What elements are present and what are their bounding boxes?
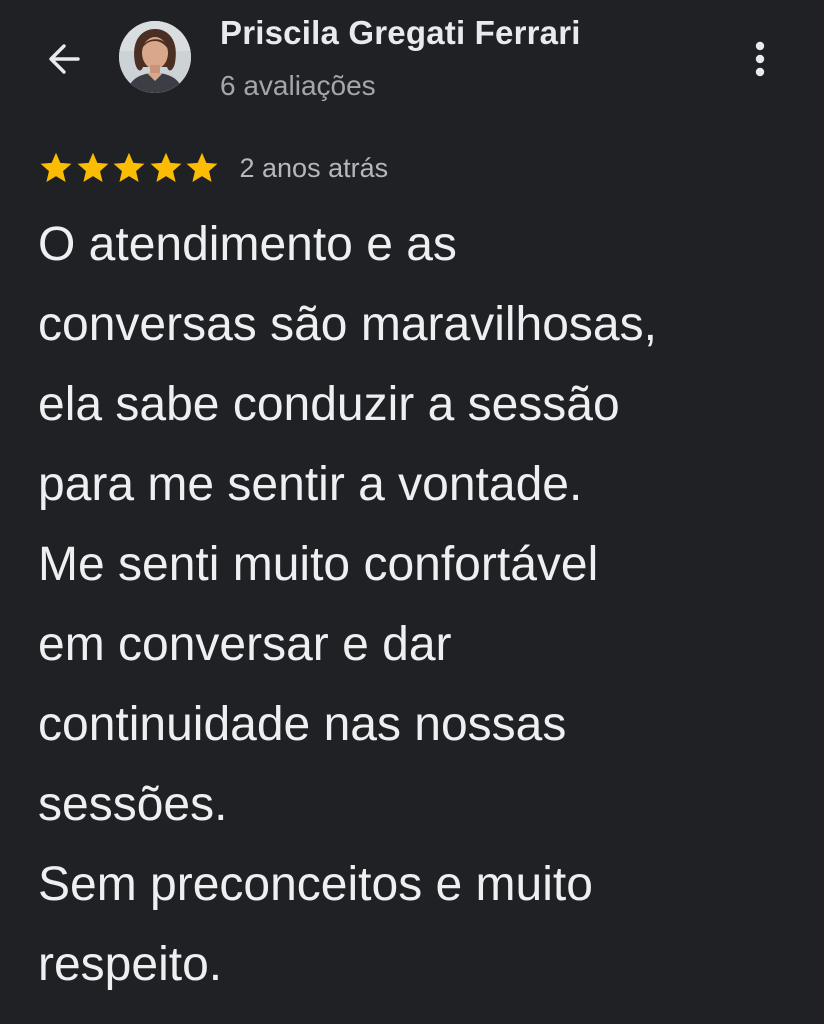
rating-row: 2 anos atrás: [38, 148, 388, 188]
star-icon: [77, 152, 108, 182]
star-icon: [113, 152, 145, 182]
review-time: 2 anos atrás: [239, 152, 389, 183]
star-icon: [40, 152, 72, 182]
star-icon: [186, 152, 218, 182]
review-text: O atendimento e as conversas são maravil…: [38, 218, 657, 991]
star-icon: [150, 152, 181, 182]
more-options-button[interactable]: [738, 34, 782, 84]
review-header: Priscila Gregati Ferrari 6 avaliações: [0, 0, 824, 130]
star-rating: [38, 150, 221, 186]
review-count[interactable]: 6 avaliações: [220, 70, 376, 102]
more-vert-icon: [755, 41, 765, 77]
user-avatar-icon: [119, 21, 191, 93]
author-name[interactable]: Priscila Gregati Ferrari: [220, 14, 581, 52]
arrow-left-icon: [49, 44, 80, 74]
avatar[interactable]: [119, 21, 191, 93]
back-button[interactable]: [36, 34, 92, 84]
